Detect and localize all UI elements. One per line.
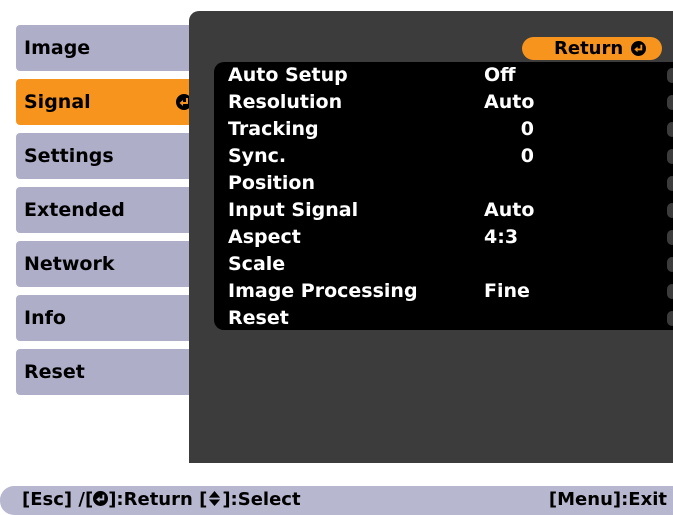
setting-row-input-signal[interactable]: Input Signal Auto — [214, 197, 673, 224]
setting-value: Off — [484, 64, 516, 86]
setting-row-position[interactable]: Position — [214, 170, 673, 197]
exit-hint: [Menu]:Exit — [548, 489, 667, 510]
setting-row-resolution[interactable]: Resolution Auto — [214, 89, 673, 116]
setting-value: 0 — [520, 118, 534, 140]
setting-label: Position — [228, 172, 315, 194]
return-button-label: Return — [554, 38, 624, 59]
setting-label: Image Processing — [228, 280, 418, 302]
setting-label: Sync. — [228, 145, 287, 167]
enter-icon — [93, 491, 109, 506]
setting-label: Tracking — [228, 118, 319, 140]
row-edge — [667, 95, 673, 110]
sidebar-item-label: Settings — [24, 145, 114, 167]
setting-row-auto-setup[interactable]: Auto Setup Off — [214, 62, 673, 89]
esc-hint: [Esc] /[ — [22, 489, 94, 510]
row-edge — [667, 257, 673, 272]
help-bar: [Esc] /[ ]:Return [ ]:Select [Menu]:Exit — [0, 486, 673, 515]
setting-label: Aspect — [228, 226, 301, 248]
sidebar-item-info[interactable]: Info — [16, 295, 200, 341]
sidebar-item-network[interactable]: Network — [16, 241, 200, 287]
return-button[interactable]: Return — [522, 37, 662, 60]
setting-row-reset[interactable]: Reset — [214, 305, 673, 332]
row-edge — [667, 68, 673, 83]
settings-list: Auto Setup Off Resolution Auto Tracking … — [214, 62, 673, 330]
row-edge — [667, 203, 673, 218]
setting-label: Scale — [228, 253, 286, 275]
setting-value: Auto — [484, 199, 535, 221]
setting-row-aspect[interactable]: Aspect 4:3 — [214, 224, 673, 251]
sidebar-item-settings[interactable]: Settings — [16, 133, 200, 179]
sidebar-item-image[interactable]: Image — [16, 25, 200, 71]
sidebar-item-label: Reset — [24, 361, 85, 383]
sidebar-item-label: Network — [24, 253, 115, 275]
setting-row-scale[interactable]: Scale — [214, 251, 673, 278]
return-hint: ]:Return [ — [108, 489, 208, 510]
setting-value: 0 — [520, 145, 534, 167]
sidebar-item-label: Info — [24, 307, 66, 329]
row-edge — [667, 284, 673, 299]
setting-label: Input Signal — [228, 199, 359, 221]
sidebar-item-extended[interactable]: Extended — [16, 187, 200, 233]
row-edge — [667, 176, 673, 191]
help-text-left: [Esc] /[ ]:Return [ ]:Select — [22, 489, 301, 510]
row-edge — [667, 149, 673, 164]
setting-row-image-processing[interactable]: Image Processing Fine — [214, 278, 673, 305]
sidebar-item-signal[interactable]: Signal — [16, 79, 202, 125]
sidebar-item-label: Image — [24, 37, 91, 59]
setting-label: Auto Setup — [228, 64, 348, 86]
setting-row-tracking[interactable]: Tracking 0 — [214, 116, 673, 143]
setting-value: Auto — [484, 91, 535, 113]
sidebar-item-reset[interactable]: Reset — [16, 349, 200, 395]
setting-label: Reset — [228, 307, 289, 329]
row-edge — [667, 230, 673, 245]
setting-label: Resolution — [228, 91, 343, 113]
select-hint: ]:Select — [222, 489, 301, 510]
sidebar-item-label: Extended — [24, 199, 125, 221]
setting-row-sync[interactable]: Sync. 0 — [214, 143, 673, 170]
row-edge — [667, 311, 673, 326]
up-down-arrow-icon — [209, 491, 221, 506]
enter-icon — [631, 41, 646, 56]
setting-value: 4:3 — [484, 226, 519, 248]
row-edge — [667, 122, 673, 137]
sidebar-item-label: Signal — [24, 91, 91, 113]
setting-value: Fine — [484, 280, 530, 302]
